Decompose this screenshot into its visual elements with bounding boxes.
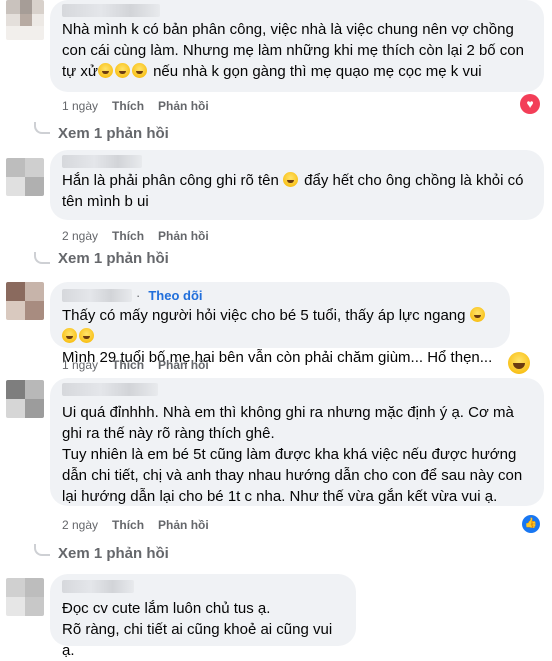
author-name[interactable] xyxy=(62,4,160,17)
view-replies-link[interactable]: Xem 1 phản hồi xyxy=(58,250,169,267)
reply-button[interactable]: Phản hồi xyxy=(158,518,209,532)
comment-bubble: Nhà mình k có bản phân công, việc nhà là… xyxy=(50,0,544,92)
laugh-emoji-icon xyxy=(469,307,485,322)
reply-button[interactable]: Phản hồi xyxy=(158,358,209,372)
laugh-emoji-icon xyxy=(131,63,147,78)
comment-text: Ui quá đỉnhhh. Nhà em thì không ghi ra n… xyxy=(62,404,523,505)
comment-actions: 2 ngày Thích Phản hồi xyxy=(62,229,223,243)
author-name[interactable] xyxy=(62,383,158,396)
author-name[interactable] xyxy=(62,288,132,302)
avatar[interactable] xyxy=(6,282,44,320)
author-name[interactable] xyxy=(62,155,142,168)
comment-actions: 2 ngày Thích Phản hồi xyxy=(62,518,223,532)
comment-text: Đọc cv cute lắm luôn chủ tus ạ. Rõ ràng,… xyxy=(62,600,333,659)
comment-actions: 1 ngày Thích Phản hồi xyxy=(62,358,223,372)
avatar[interactable] xyxy=(6,380,44,418)
reply-button[interactable]: Phản hồi xyxy=(158,229,209,243)
like-button[interactable]: Thích xyxy=(112,99,144,113)
reply-button[interactable]: Phản hồi xyxy=(158,99,209,113)
timestamp[interactable]: 2 ngày xyxy=(62,229,98,243)
reply-arrow-icon xyxy=(34,252,50,264)
comment-actions: 1 ngày Thích Phản hồi xyxy=(62,99,223,113)
love-reaction-icon[interactable]: ♥ xyxy=(520,94,540,114)
laugh-emoji-icon xyxy=(97,63,113,78)
laugh-emoji-icon xyxy=(79,328,94,343)
comment-text: Hắn là phải phân công ghi rõ tên đẩy hết… xyxy=(62,172,524,210)
reply-arrow-icon xyxy=(34,122,50,134)
view-replies-link[interactable]: Xem 1 phản hồi xyxy=(58,545,169,562)
like-button[interactable]: Thích xyxy=(112,518,144,532)
timestamp[interactable]: 1 ngày xyxy=(62,99,98,113)
timestamp[interactable]: 2 ngày xyxy=(62,518,98,532)
comment-bubble: Hắn là phải phân công ghi rõ tên đẩy hết… xyxy=(50,150,544,220)
follow-button[interactable]: Theo dõi xyxy=(148,288,202,303)
avatar[interactable] xyxy=(6,158,44,196)
comment-bubble: · Theo dõi Thấy có mấy người hỏi việc ch… xyxy=(50,282,510,366)
view-replies-link[interactable]: Xem 1 phản hồi xyxy=(58,125,169,142)
comment-text: Nhà mình k có bản phân công, việc nhà là… xyxy=(62,21,524,80)
like-reaction-icon[interactable]: 👍 xyxy=(522,515,540,533)
laugh-emoji-icon xyxy=(114,63,130,78)
haha-reaction-icon[interactable] xyxy=(508,352,530,374)
laugh-emoji-icon xyxy=(62,328,77,343)
avatar[interactable] xyxy=(6,578,44,616)
timestamp[interactable]: 1 ngày xyxy=(62,358,98,372)
author-name[interactable] xyxy=(62,580,134,593)
like-button[interactable]: Thích xyxy=(112,229,144,243)
avatar[interactable] xyxy=(6,0,44,40)
comment-bubble: Đọc cv cute lắm luôn chủ tus ạ. Rõ ràng,… xyxy=(50,574,356,659)
comment-bubble: Ui quá đỉnhhh. Nhà em thì không ghi ra n… xyxy=(50,378,544,506)
reply-arrow-icon xyxy=(34,544,50,556)
laugh-emoji-icon xyxy=(283,172,298,187)
like-button[interactable]: Thích xyxy=(112,358,144,372)
